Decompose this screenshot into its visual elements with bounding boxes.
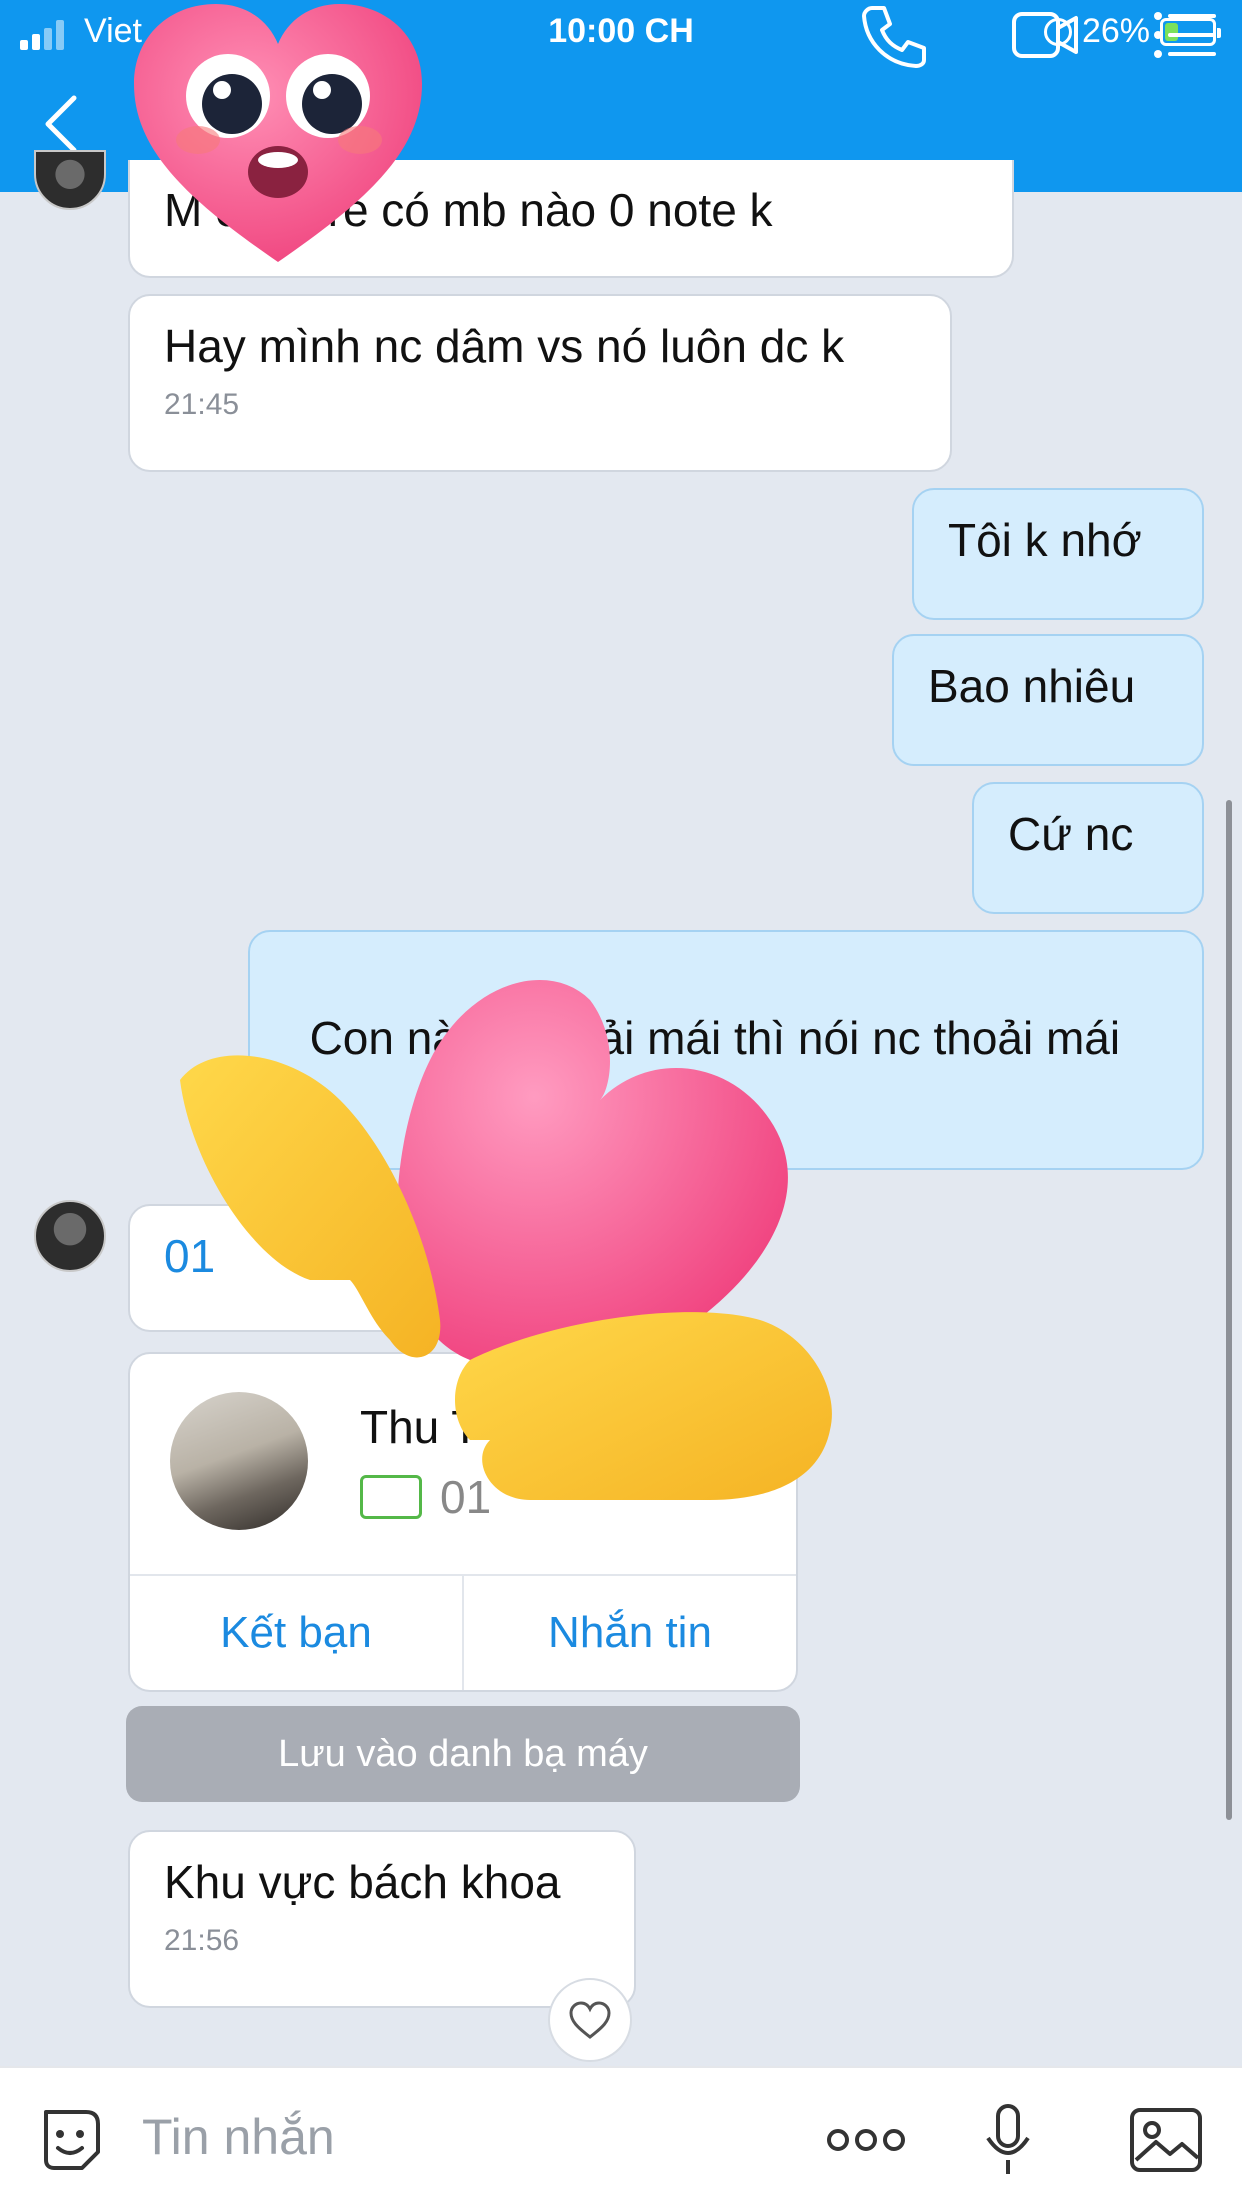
save-contact-button[interactable]: Lưu vào danh bạ máy <box>126 1706 800 1802</box>
message-time: 21:45 <box>164 388 240 421</box>
avatar[interactable] <box>34 1200 106 1272</box>
phone-icon[interactable] <box>858 0 930 70</box>
message-text: Cứ nc <box>1008 808 1134 860</box>
more-dots-icon[interactable] <box>824 2102 908 2178</box>
heart-outline-icon[interactable] <box>548 1978 632 2062</box>
message-bubble[interactable]: Khu vực bách khoa 21:56 <box>128 1830 636 2008</box>
list-menu-icon[interactable] <box>1148 0 1220 70</box>
message-time: 21:56 <box>164 1924 240 1957</box>
message-text: Hay mình nc dâm vs nó luôn dc k <box>164 320 845 372</box>
avatar[interactable] <box>34 150 106 210</box>
message-bubble[interactable]: Cứ nc <box>972 782 1204 914</box>
scrollbar[interactable] <box>1226 800 1232 1820</box>
sticker-icon[interactable] <box>36 2102 108 2178</box>
battery-percent: 26% <box>1081 12 1150 50</box>
message-text: Bao nhiêu <box>928 660 1136 712</box>
message-bubble[interactable]: Bao nhiêu <box>892 634 1204 766</box>
message-text: Tôi k nhớ <box>948 514 1142 566</box>
heart-hands-sticker <box>180 980 832 1500</box>
message-bubble[interactable]: Tôi k nhớ <box>912 488 1204 620</box>
contact-actions: Kết bạn Nhắn tin <box>130 1574 796 1690</box>
message-input[interactable]: Tin nhắn <box>142 2108 335 2166</box>
image-icon[interactable] <box>1128 2102 1204 2178</box>
message-bubble[interactable]: Hay mình nc dâm vs nó luôn dc k 21:45 <box>128 294 952 472</box>
add-friend-button[interactable]: Kết bạn <box>130 1576 462 1690</box>
microphone-icon[interactable] <box>980 2102 1036 2178</box>
video-call-icon[interactable] <box>1010 0 1082 70</box>
message-input-bar: Tin nhắn <box>0 2066 1242 2210</box>
message-text: Khu vực bách khoa <box>164 1856 561 1908</box>
chevron-left-icon[interactable] <box>40 92 84 156</box>
send-message-button[interactable]: Nhắn tin <box>462 1576 796 1690</box>
heart-face-sticker <box>134 4 422 262</box>
